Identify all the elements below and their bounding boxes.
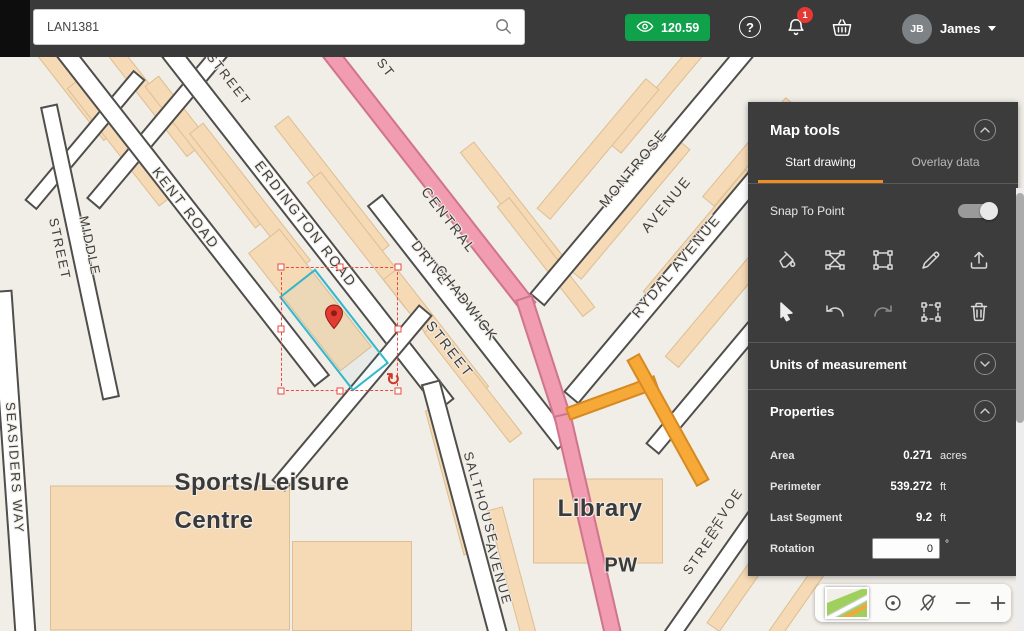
selection-handle-sw[interactable]	[278, 388, 285, 395]
tab-start-drawing[interactable]: Start drawing	[758, 144, 883, 183]
upload-icon[interactable]	[962, 243, 996, 277]
chevron-down-icon[interactable]	[988, 26, 996, 31]
nav-logo-block	[0, 0, 30, 57]
basket-button[interactable]	[831, 17, 853, 43]
locate-icon[interactable]	[882, 592, 904, 614]
selection-handle-n[interactable]	[337, 264, 344, 271]
draw-polygon-icon[interactable]	[818, 243, 852, 277]
avatar[interactable]: JB	[902, 14, 932, 44]
units-section-header: Units of measurement	[770, 357, 907, 372]
location-pin-icon[interactable]	[324, 304, 344, 335]
degree-symbol: °	[940, 533, 996, 550]
place-label-pw: PW	[604, 555, 637, 578]
help-icon[interactable]: ?	[739, 16, 761, 38]
selection-handle-s[interactable]	[337, 388, 344, 395]
rotate-handle-icon[interactable]: ↻	[386, 370, 400, 390]
property-label: Rotation	[770, 543, 815, 555]
snap-to-point-toggle[interactable]	[958, 204, 996, 218]
app-window: KENT ROAD ERDINGTON ROAD CENTRAL DRIVE C…	[0, 0, 1024, 631]
notification-count-badge: 1	[797, 7, 813, 23]
search-input[interactable]	[33, 9, 525, 45]
selection-handle-e[interactable]	[395, 326, 402, 333]
panel-title: Map tools	[770, 122, 840, 139]
redo-icon[interactable]	[866, 295, 900, 329]
zoom-in-button[interactable]	[987, 592, 1009, 614]
draw-pen-icon[interactable]	[914, 243, 948, 277]
property-row-area: Area 0.271 acres	[770, 440, 996, 471]
avatar-initials: JB	[910, 23, 923, 35]
property-unit: ft	[932, 481, 996, 493]
snap-to-point-label: Snap To Point	[770, 204, 845, 218]
app-header: 120.59 ? 1 JB James	[0, 0, 1024, 57]
notifications-button[interactable]: 1	[785, 16, 809, 42]
property-value: 539.272	[862, 481, 932, 493]
street-label-fragment: ST	[374, 57, 399, 81]
basket-icon	[831, 25, 853, 42]
rotation-input[interactable]	[872, 538, 940, 559]
credits-value: 120.59	[661, 21, 699, 35]
map-tools-panel: Map tools Start drawing Overlay data Sna…	[748, 102, 1018, 576]
credits-badge[interactable]: 120.59	[625, 14, 710, 41]
selection-handle-w[interactable]	[278, 326, 285, 333]
toggle-knob	[980, 202, 998, 220]
bell-icon	[785, 27, 807, 44]
scrollbar-thumb[interactable]	[1016, 193, 1024, 423]
street-label-kent-road: KENT ROAD	[149, 164, 223, 252]
search-field-wrap	[33, 9, 525, 45]
property-row-rotation: Rotation °	[770, 533, 996, 564]
zoom-out-button[interactable]	[952, 592, 974, 614]
cursor-icon[interactable]	[770, 295, 804, 329]
properties-section-header: Properties	[770, 404, 834, 419]
property-unit: ft	[932, 512, 996, 524]
collapse-panel-button[interactable]	[974, 119, 996, 141]
property-label: Area	[770, 450, 794, 462]
tool-row-2	[770, 286, 996, 338]
property-value: 0.271	[862, 450, 932, 462]
hide-pins-icon[interactable]	[917, 592, 939, 614]
fill-icon[interactable]	[770, 243, 804, 277]
property-value: 9.2	[862, 512, 932, 524]
map-road-orange	[626, 353, 709, 487]
properties-collapse-button[interactable]	[974, 400, 996, 422]
tab-overlay-data[interactable]: Overlay data	[883, 144, 1008, 183]
property-label: Perimeter	[770, 481, 821, 493]
map-building	[292, 541, 412, 631]
transform-icon[interactable]	[914, 295, 948, 329]
map-building	[50, 486, 290, 631]
username[interactable]: James	[940, 21, 980, 36]
selection-handle-nw[interactable]	[278, 264, 285, 271]
property-unit: acres	[932, 450, 996, 462]
eye-icon	[636, 20, 654, 36]
delete-icon[interactable]	[962, 295, 996, 329]
undo-icon[interactable]	[818, 295, 852, 329]
panel-tabs: Start drawing Overlay data	[748, 144, 1018, 184]
layer-switcher-thumbnail[interactable]	[825, 587, 869, 619]
property-row-last-segment: Last Segment 9.2 ft	[770, 502, 996, 533]
draw-rectangle-icon[interactable]	[866, 243, 900, 277]
tool-row-1	[770, 234, 996, 286]
property-row-perimeter: Perimeter 539.272 ft	[770, 471, 996, 502]
place-label-sports-leisure: Sports/Leisure	[174, 469, 349, 497]
place-label-centre: Centre	[174, 507, 253, 535]
search-icon[interactable]	[494, 17, 513, 41]
place-label-library: Library	[558, 495, 643, 523]
map-controls-bar	[815, 584, 1011, 622]
scrollbar-track[interactable]	[1016, 188, 1024, 631]
property-label: Last Segment	[770, 512, 842, 524]
selection-handle-ne[interactable]	[395, 264, 402, 271]
units-expand-button[interactable]	[974, 353, 996, 375]
